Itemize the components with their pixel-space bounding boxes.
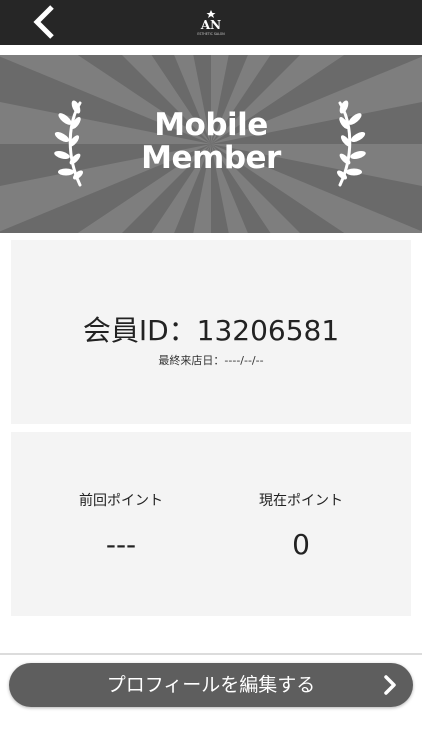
previous-points: 前回ポイント --- bbox=[21, 490, 221, 561]
footer-divider bbox=[0, 653, 422, 655]
app-header: AN ESTHETIC SALON bbox=[0, 0, 422, 45]
edit-profile-button[interactable]: プロフィールを編集する bbox=[9, 663, 413, 707]
edit-profile-label: プロフィールを編集する bbox=[106, 674, 316, 696]
current-points: 現在ポイント 0 bbox=[201, 490, 401, 561]
previous-points-value: --- bbox=[105, 528, 137, 561]
current-points-label: 現在ポイント bbox=[259, 493, 343, 509]
mobile-member-banner: Mobile Member bbox=[0, 55, 422, 233]
last-visit: 最終来店日：----/--/-- bbox=[11, 352, 411, 368]
banner-title-line1: Mobile bbox=[154, 107, 268, 143]
banner-title: Mobile Member bbox=[0, 109, 422, 175]
banner-title-line2: Member bbox=[141, 140, 281, 176]
member-id-card: 会員ID：13206581 最終来店日：----/--/-- bbox=[11, 240, 411, 424]
current-points-value: 0 bbox=[292, 528, 310, 561]
member-id-value: 13206581 bbox=[196, 314, 340, 347]
previous-points-label: 前回ポイント bbox=[79, 493, 163, 509]
last-visit-value: ----/--/-- bbox=[224, 354, 264, 367]
logo-text: AN bbox=[200, 18, 221, 32]
member-id-label: 会員ID： bbox=[82, 314, 197, 347]
back-button[interactable] bbox=[28, 3, 64, 41]
last-visit-label: 最終来店日： bbox=[158, 354, 225, 367]
logo-subtext: ESTHETIC SALON bbox=[197, 32, 225, 36]
chevron-left-icon bbox=[33, 5, 54, 39]
brand-logo: AN ESTHETIC SALON bbox=[186, 9, 236, 37]
points-card: 前回ポイント --- 現在ポイント 0 bbox=[11, 432, 411, 616]
chevron-right-icon bbox=[384, 675, 396, 695]
member-id: 会員ID：13206581 bbox=[11, 309, 411, 349]
